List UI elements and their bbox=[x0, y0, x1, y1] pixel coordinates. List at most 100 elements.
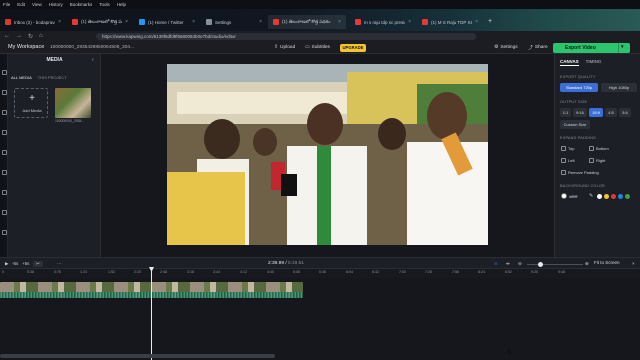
elements-tool-icon[interactable] bbox=[1, 110, 7, 115]
bg-color-swatch[interactable] bbox=[561, 193, 567, 199]
swatch-green[interactable] bbox=[625, 194, 630, 199]
split-button[interactable]: ✂ bbox=[33, 261, 43, 267]
reload-icon[interactable]: ↻ bbox=[28, 33, 33, 40]
subtitles-icon: ▭ bbox=[305, 45, 310, 50]
browser-tab[interactable]: Settings × bbox=[201, 15, 267, 29]
browser-tab[interactable]: (1) Home / Twitter × bbox=[134, 15, 200, 29]
playhead[interactable] bbox=[149, 267, 154, 360]
menu-bookmarks[interactable]: Bookmarks bbox=[70, 2, 93, 7]
size-9-16-button[interactable]: 9:16 bbox=[573, 108, 587, 117]
tab-all-media[interactable]: ALL MEDIA bbox=[11, 75, 32, 80]
menu-history[interactable]: History bbox=[49, 2, 63, 7]
subtitles-tool-icon[interactable] bbox=[1, 150, 7, 155]
size-4-5-button[interactable]: 4:5 bbox=[605, 108, 617, 117]
close-tab-icon[interactable]: × bbox=[475, 19, 478, 25]
quality-high-button[interactable]: High 1080p bbox=[601, 83, 637, 92]
twitter-icon bbox=[139, 19, 145, 25]
forward-icon[interactable]: → bbox=[16, 33, 22, 39]
tool-rail bbox=[0, 54, 8, 257]
media-thumbnail[interactable] bbox=[55, 88, 91, 118]
ruler-tick: 3:16 bbox=[187, 270, 194, 274]
text-tool-icon[interactable] bbox=[1, 90, 7, 95]
close-tab-icon[interactable]: × bbox=[259, 19, 262, 25]
audio-tool-icon[interactable] bbox=[1, 130, 7, 135]
share-button[interactable]: ⤴ Share bbox=[528, 44, 548, 52]
fit-to-screen-button[interactable]: Fit to Screen bbox=[594, 260, 620, 265]
url-field[interactable]: https://www.kapwing.com/6139f6dfd9f66800… bbox=[96, 32, 476, 40]
close-timeline-icon[interactable]: × bbox=[632, 261, 635, 266]
size-16-9-button[interactable]: 16:9 bbox=[589, 108, 603, 117]
timeline-scrollbar[interactable] bbox=[0, 354, 275, 358]
plugins-tool-icon[interactable] bbox=[1, 230, 7, 235]
zoom-slider-handle[interactable] bbox=[538, 261, 543, 267]
tab-this-project[interactable]: THIS PROJECT bbox=[38, 75, 67, 80]
workspace-link[interactable]: My Workspace bbox=[8, 44, 44, 50]
tab-label: Inbox (2) - bodapraved5671@gmail.com bbox=[14, 19, 55, 25]
settings-label: Settings bbox=[500, 45, 518, 50]
subtitles-button[interactable]: ▭ Subtitles bbox=[305, 44, 330, 52]
video-preview[interactable] bbox=[167, 64, 488, 245]
play-icon[interactable]: ▶ bbox=[5, 261, 8, 267]
zoom-in-icon[interactable]: ⊕ bbox=[585, 261, 589, 267]
pad-top-option[interactable]: Top bbox=[561, 146, 574, 151]
size-1-1-button[interactable]: 1:1 bbox=[560, 108, 571, 117]
swatch-white[interactable] bbox=[597, 194, 602, 199]
close-tab-icon[interactable]: × bbox=[192, 19, 195, 25]
browser-tab-active[interactable]: (1) తెలంగాణలో కొత్త పథకం × bbox=[268, 15, 346, 29]
zoom-slider[interactable] bbox=[527, 263, 583, 265]
close-tab-icon[interactable]: × bbox=[58, 19, 61, 25]
pad-left-label: Left bbox=[568, 158, 575, 163]
snap-icon[interactable]: ⇹ bbox=[506, 261, 510, 267]
rewind-button[interactable]: -5s bbox=[12, 261, 18, 266]
tab-timing[interactable]: TIMING bbox=[586, 59, 602, 66]
pad-left-option[interactable]: Left bbox=[561, 158, 575, 163]
images-tool-icon[interactable] bbox=[1, 170, 7, 175]
browser-tab[interactable]: m s raju tdp sc president× bbox=[350, 15, 416, 29]
menu-edit[interactable]: Edit bbox=[17, 2, 25, 7]
menu-help[interactable]: Help bbox=[117, 2, 126, 7]
new-tab-icon[interactable]: + bbox=[488, 18, 492, 25]
swatch-yellow[interactable] bbox=[604, 194, 609, 199]
pad-top-label: Top bbox=[568, 146, 575, 151]
swatch-red[interactable] bbox=[611, 194, 616, 199]
back-icon[interactable]: ← bbox=[4, 33, 10, 39]
quality-standard-button[interactable]: Standard 720p bbox=[560, 83, 598, 92]
menu-tools[interactable]: Tools bbox=[99, 2, 110, 7]
browser-tab[interactable]: Inbox (2) - bodapraved5671@gmail.com× bbox=[0, 15, 66, 29]
project-title[interactable]: 100000000_2935429850064508_304... bbox=[50, 45, 134, 50]
eyedropper-icon[interactable]: ✎ bbox=[589, 193, 593, 199]
bg-color-value[interactable]: #ffffff bbox=[569, 194, 578, 199]
menu-file[interactable]: File bbox=[3, 2, 10, 7]
upload-button[interactable]: ⇧ Upload bbox=[274, 44, 295, 52]
custom-size-button[interactable]: Custom Size bbox=[560, 120, 590, 129]
swatch-blue[interactable] bbox=[618, 194, 623, 199]
more-options-icon[interactable]: ⋯ bbox=[57, 261, 62, 267]
timeline-ruler[interactable]: 0 0:38 0:76 1:24 1:52 2:20 2:48 3:16 3:4… bbox=[0, 269, 640, 278]
ruler-tick: 6:04 bbox=[346, 270, 353, 274]
close-tab-icon[interactable]: × bbox=[408, 19, 411, 25]
templates-tool-icon[interactable] bbox=[1, 190, 7, 195]
waveform-icon[interactable]: ≋ bbox=[494, 261, 498, 267]
browser-tab[interactable]: (1) M S Raju TDP SC Presi× bbox=[417, 15, 483, 29]
pad-right-option[interactable]: Right bbox=[589, 158, 605, 163]
browser-tab[interactable]: (1) తెలంగాణలో కొత్త పథకం× bbox=[67, 15, 133, 29]
close-tab-icon[interactable]: × bbox=[338, 19, 341, 25]
zoom-out-icon[interactable]: ⊖ bbox=[518, 261, 522, 267]
media-tool-icon[interactable] bbox=[1, 70, 7, 75]
export-video-button[interactable]: Export Video ▾ bbox=[553, 42, 630, 53]
forward-button[interactable]: +5s bbox=[22, 261, 29, 266]
menu-view[interactable]: View bbox=[32, 2, 42, 7]
checkbox-icon bbox=[589, 158, 594, 163]
upgrade-button[interactable]: UPGRADE bbox=[340, 43, 366, 52]
settings-button[interactable]: ⚙ Settings bbox=[494, 44, 518, 52]
tab-canvas[interactable]: CANVAS bbox=[560, 59, 579, 66]
home-icon[interactable]: ⌂ bbox=[39, 33, 43, 39]
remove-padding-option[interactable]: Remove Padding bbox=[561, 170, 599, 175]
pad-bottom-option[interactable]: Bottom bbox=[589, 146, 609, 151]
size-5-4-button[interactable]: 5:4 bbox=[619, 108, 631, 117]
collapse-panel-icon[interactable]: ‹ bbox=[92, 57, 94, 63]
chevron-down-icon[interactable]: ▾ bbox=[621, 44, 624, 50]
close-tab-icon[interactable]: × bbox=[125, 19, 128, 25]
add-media-button[interactable]: + Add Media bbox=[14, 88, 48, 118]
record-tool-icon[interactable] bbox=[1, 210, 7, 215]
